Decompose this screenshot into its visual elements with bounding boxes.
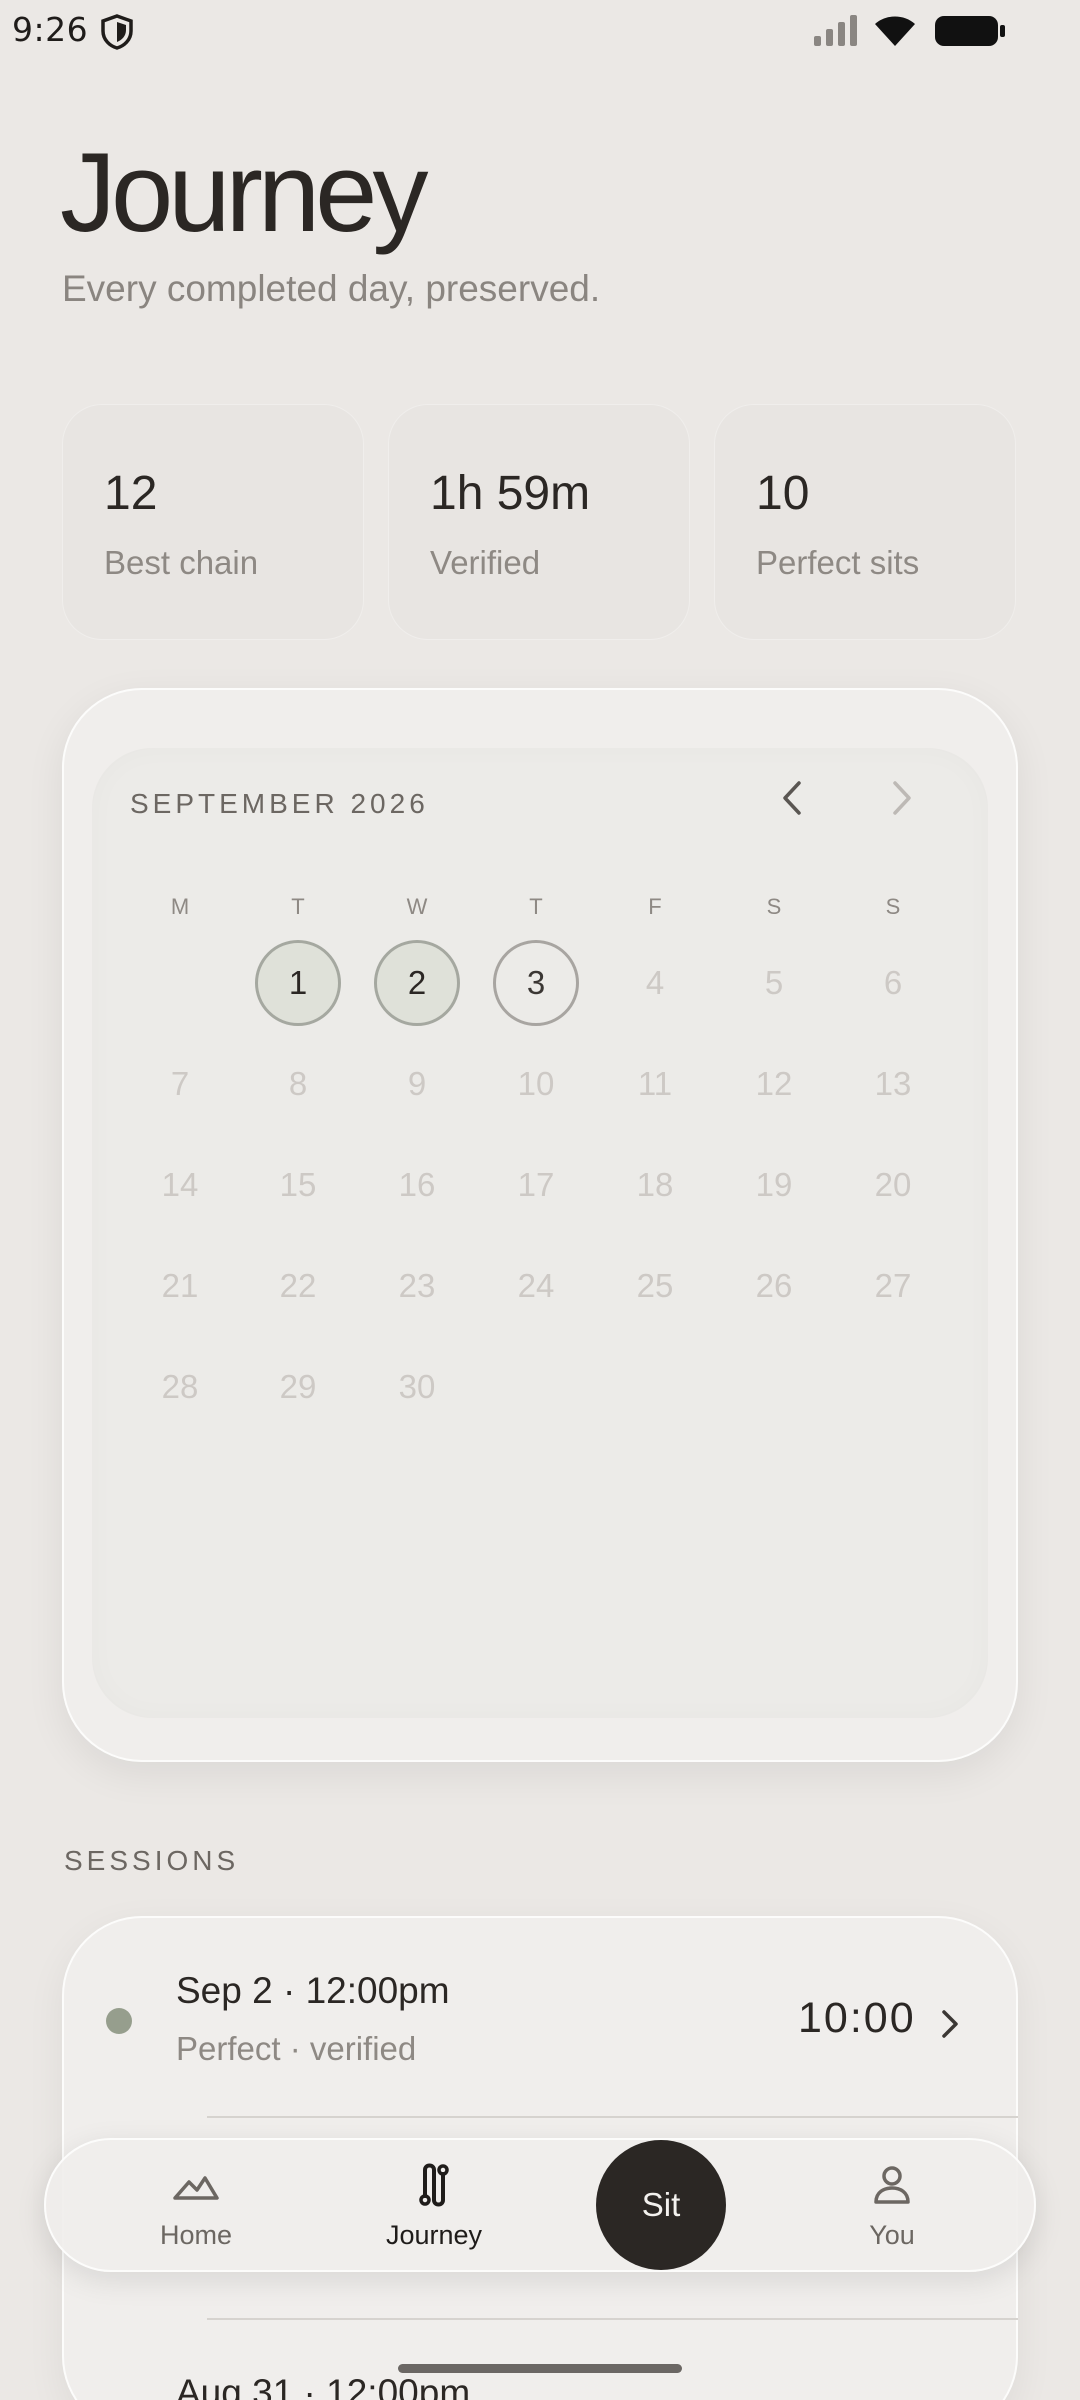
session-title: Sep 2 · 12:00pm bbox=[176, 1970, 450, 2011]
calendar-day[interactable]: 7 bbox=[137, 1041, 223, 1127]
stat-label: Perfect sits bbox=[756, 544, 920, 581]
tab-label: Home bbox=[159, 2220, 233, 2250]
stat-card-verified: 1h 59m Verified bbox=[388, 404, 690, 640]
tab-label: You bbox=[869, 2220, 915, 2250]
status-time: 9:26 bbox=[12, 10, 89, 49]
page-title: Journey bbox=[60, 130, 428, 255]
calendar-day[interactable]: 28 bbox=[137, 1344, 223, 1430]
calendar-day[interactable]: 5 bbox=[731, 940, 817, 1026]
sit-button[interactable]: Sit bbox=[596, 2140, 726, 2270]
weekday-label: T bbox=[291, 894, 305, 919]
calendar-day[interactable]: 27 bbox=[850, 1243, 936, 1329]
calendar-day[interactable]: 18 bbox=[612, 1142, 698, 1228]
session-subtitle: Perfect · verified bbox=[176, 2030, 417, 2067]
tab-journey[interactable]: Journey bbox=[344, 2138, 524, 2272]
calendar-day[interactable]: 26 bbox=[731, 1243, 817, 1329]
stat-value: 12 bbox=[104, 467, 158, 520]
weekday-label: M bbox=[170, 894, 190, 919]
calendar-day[interactable]: 24 bbox=[493, 1243, 579, 1329]
stat-value: 10 bbox=[756, 467, 810, 520]
calendar-day[interactable]: 16 bbox=[374, 1142, 460, 1228]
calendar-day[interactable]: 4 bbox=[612, 940, 698, 1026]
calendar-day[interactable]: 17 bbox=[493, 1142, 579, 1228]
stat-card-perfect-sits: 10 Perfect sits bbox=[714, 404, 1016, 640]
calendar-day[interactable]: 25 bbox=[612, 1243, 698, 1329]
calendar-day[interactable]: 19 bbox=[731, 1142, 817, 1228]
next-month-button[interactable] bbox=[878, 774, 926, 822]
calendar-day[interactable]: 11 bbox=[612, 1041, 698, 1127]
battery-icon bbox=[935, 16, 1005, 46]
path-icon bbox=[419, 2163, 449, 2207]
home-indicator bbox=[398, 2364, 682, 2373]
calendar-day[interactable]: 15 bbox=[255, 1142, 341, 1228]
stat-label: Verified bbox=[430, 544, 541, 581]
status-bar: 9:26 bbox=[0, 0, 1080, 62]
sessions-heading: SESSIONS bbox=[64, 1845, 240, 1876]
weekday-label: S bbox=[766, 894, 782, 919]
divider bbox=[207, 2318, 1018, 2320]
tab-you[interactable]: You bbox=[802, 2138, 982, 2272]
stat-value: 1h 59m bbox=[430, 467, 591, 520]
signal-icon bbox=[814, 15, 857, 46]
weekday-label: W bbox=[406, 894, 428, 919]
calendar-day[interactable]: 29 bbox=[255, 1344, 341, 1430]
shield-icon bbox=[101, 14, 133, 50]
calendar-day[interactable]: 14 bbox=[137, 1142, 223, 1228]
chevron-right-icon bbox=[932, 2000, 968, 2048]
tab-home[interactable]: Home bbox=[106, 2138, 286, 2272]
calendar-day[interactable]: 1 bbox=[255, 940, 341, 1026]
calendar-day[interactable]: 3 bbox=[493, 940, 579, 1026]
person-icon bbox=[874, 2166, 910, 2204]
weekday-label: S bbox=[885, 894, 901, 919]
calendar-day[interactable]: 20 bbox=[850, 1142, 936, 1228]
page-subtitle: Every completed day, preserved. bbox=[62, 268, 601, 309]
calendar-day[interactable]: 9 bbox=[374, 1041, 460, 1127]
bottom-tab-bar: Home Journey Sit You bbox=[44, 2138, 1036, 2272]
calendar-day[interactable]: 22 bbox=[255, 1243, 341, 1329]
mountain-icon bbox=[173, 2176, 219, 2200]
calendar-day[interactable]: 10 bbox=[493, 1041, 579, 1127]
session-status-dot bbox=[106, 2008, 132, 2034]
calendar-day[interactable]: 21 bbox=[137, 1243, 223, 1329]
stat-label: Best chain bbox=[104, 544, 259, 581]
divider bbox=[207, 2116, 1018, 2118]
session-title[interactable]: Aug 31 · 12:00pm bbox=[176, 2372, 470, 2400]
calendar-card: SEPTEMBER 2026 M T W T F S S 1 2 3 4 5 6 7 8 9 10 11 12 13 1… bbox=[62, 688, 1018, 1762]
weekday-label: F bbox=[648, 894, 662, 919]
calendar-day[interactable]: 30 bbox=[374, 1344, 460, 1430]
chevron-left-icon bbox=[783, 781, 801, 815]
calendar-day[interactable]: 8 bbox=[255, 1041, 341, 1127]
calendar-month-label: SEPTEMBER 2026 bbox=[130, 788, 429, 819]
calendar-day[interactable]: 13 bbox=[850, 1041, 936, 1127]
calendar-day[interactable]: 2 bbox=[374, 940, 460, 1026]
wifi-icon bbox=[875, 16, 915, 46]
chevron-right-icon bbox=[893, 781, 911, 815]
weekday-label: T bbox=[529, 894, 543, 919]
calendar-day[interactable]: 23 bbox=[374, 1243, 460, 1329]
calendar-day[interactable]: 12 bbox=[731, 1041, 817, 1127]
tab-label: Journey bbox=[385, 2220, 483, 2250]
stat-card-best-chain: 12 Best chain bbox=[62, 404, 364, 640]
calendar-day[interactable]: 6 bbox=[850, 940, 936, 1026]
session-duration: 10:00 bbox=[798, 1994, 916, 2042]
previous-month-button[interactable] bbox=[768, 774, 816, 822]
